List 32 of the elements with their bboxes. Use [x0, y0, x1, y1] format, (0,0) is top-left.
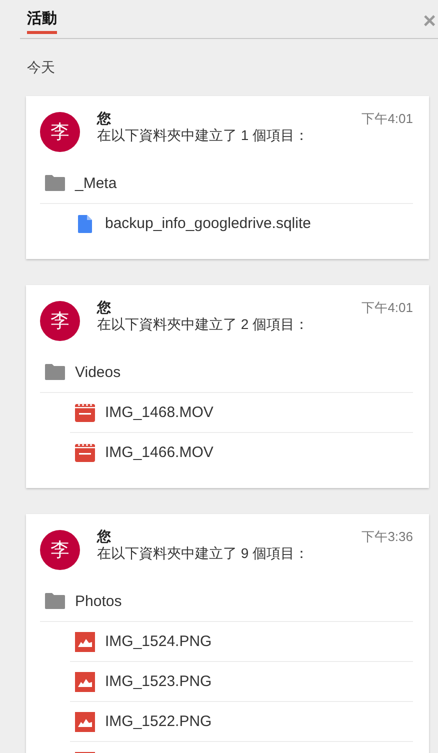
- image-icon: [75, 712, 95, 732]
- avatar: 李: [40, 530, 80, 570]
- day-label: 今天: [27, 59, 56, 77]
- activity-time: 下午4:01: [362, 110, 413, 128]
- avatar: 李: [40, 301, 80, 341]
- activity-time: 下午4:01: [362, 299, 413, 317]
- film-icon: [75, 404, 95, 422]
- file-name[interactable]: IMG_1523.PNG: [105, 673, 212, 690]
- image-icon: [75, 672, 95, 692]
- folder-icon: [45, 593, 65, 609]
- activity-text: 在以下資料夾中建立了 2 個項目：: [97, 315, 310, 333]
- folder-icon: [45, 175, 65, 191]
- activity-time: 下午3:36: [362, 528, 413, 546]
- activity-text: 在以下資料夾中建立了 9 個項目：: [97, 544, 310, 562]
- user-name: 您: [97, 528, 112, 544]
- folder-icon: [45, 364, 65, 380]
- file-name[interactable]: backup_info_googledrive.sqlite: [105, 215, 311, 232]
- user-name: 您: [97, 110, 112, 126]
- folder-name[interactable]: Videos: [75, 364, 121, 380]
- activity-tab[interactable]: 活動: [27, 9, 57, 34]
- file-name[interactable]: IMG_1468.MOV: [105, 404, 214, 421]
- file-name[interactable]: IMG_1466.MOV: [105, 444, 214, 461]
- activity-text: 在以下資料夾中建立了 1 個項目：: [97, 126, 310, 144]
- file-name[interactable]: IMG_1522.PNG: [105, 713, 212, 730]
- film-icon: [75, 444, 95, 462]
- document-icon: [75, 214, 95, 232]
- folder-name[interactable]: Photos: [75, 592, 122, 610]
- user-name: 您: [97, 299, 112, 315]
- file-name[interactable]: IMG_1524.PNG: [105, 633, 212, 650]
- image-icon: [75, 632, 95, 652]
- folder-name[interactable]: _Meta: [75, 174, 117, 192]
- avatar: 李: [40, 112, 80, 152]
